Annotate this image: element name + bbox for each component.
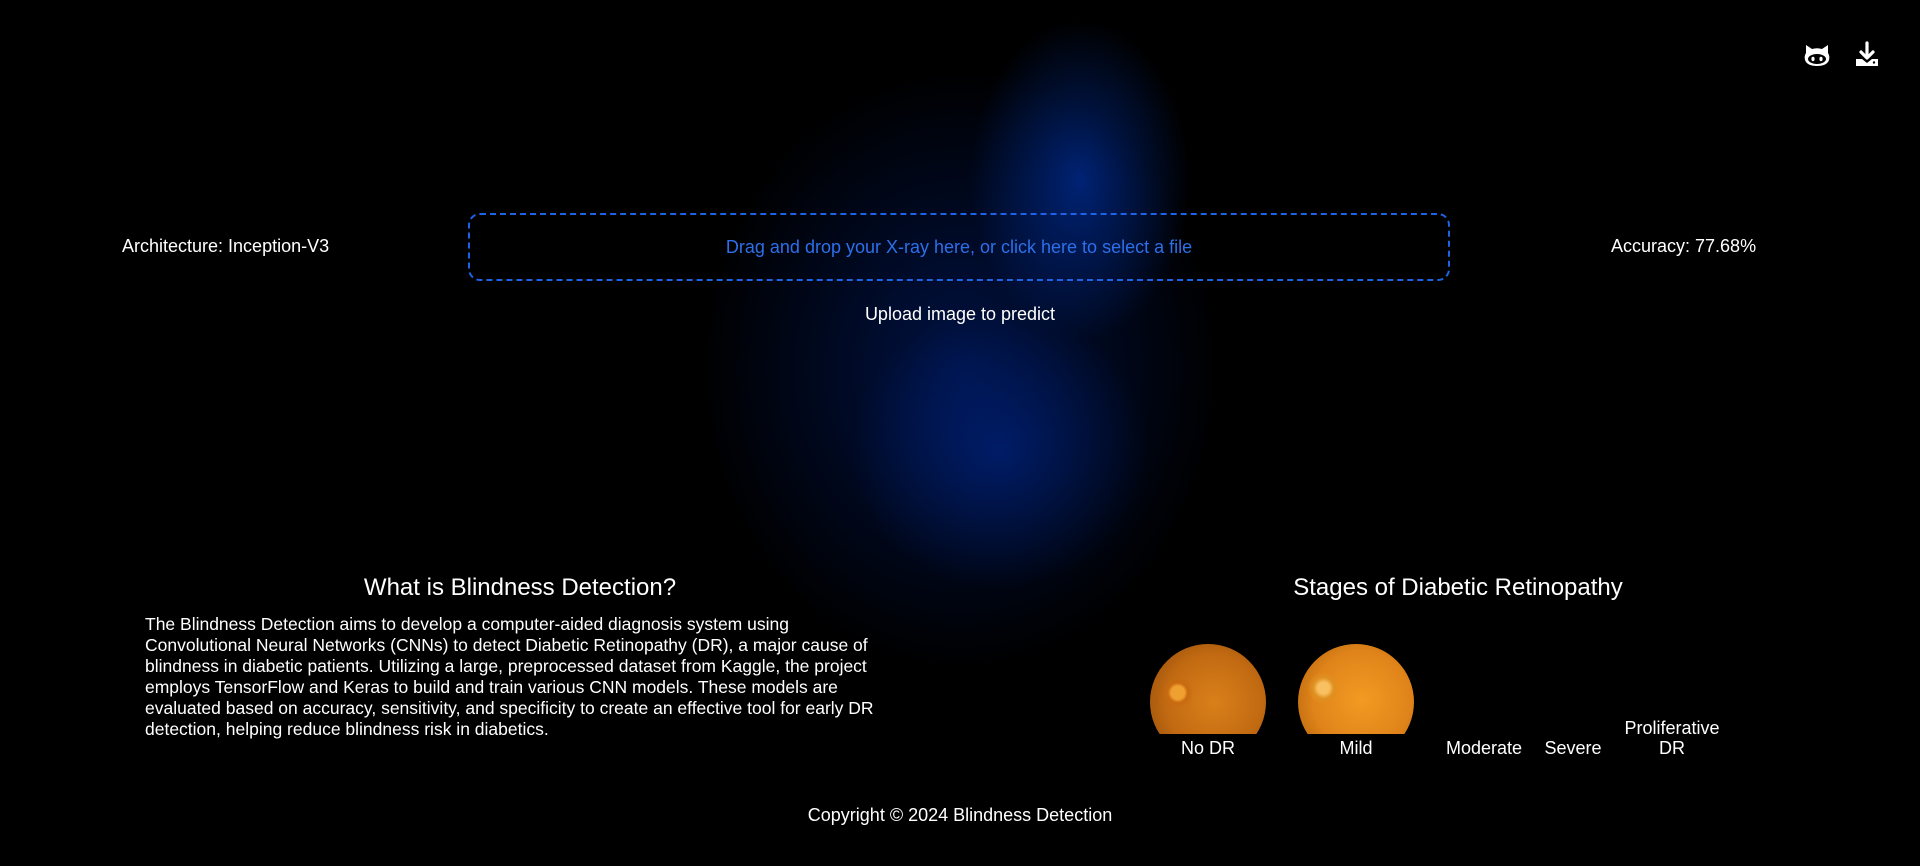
stage-mild: Mild [1298,644,1414,758]
stage-proliferative-dr: Proliferative DR [1616,714,1728,758]
stages-row: No DR Mild Moderate Severe Proliferative… [1150,620,1766,758]
stage-label: Mild [1339,738,1373,758]
github-icon[interactable] [1802,40,1832,70]
architecture-label: Architecture: Inception-V3 [122,236,330,256]
stage-label: Severe [1544,738,1602,758]
about-body: The Blindness Detection aims to develop … [145,614,874,739]
stages-title: Stages of Diabetic Retinopathy [1293,574,1623,601]
stage-label: Moderate [1445,738,1523,758]
stage-severe: Severe [1538,734,1608,758]
retina-image-mild [1298,644,1414,734]
upload-dropzone[interactable]: Drag and drop your X-ray here, or click … [468,213,1450,281]
upload-hint: Upload image to predict [864,304,1056,324]
about-title: What is Blindness Detection? [363,574,677,601]
stage-no-dr: No DR [1150,644,1266,758]
download-icon[interactable] [1852,40,1882,70]
dropzone-text: Drag and drop your X-ray here, or click … [725,236,1193,257]
accuracy-label: Accuracy: 77.68% [1611,236,1757,256]
stage-label: No DR [1180,738,1235,758]
stage-label: Proliferative DR [1624,718,1720,758]
stages-section: Stages of Diabetic Retinopathy No DR Mil… [1150,574,1766,758]
retina-image-no-dr [1150,644,1266,734]
about-section: What is Blindness Detection? The Blindne… [145,574,895,740]
footer-copyright: Copyright © 2024 Blindness Detection [807,805,1113,825]
stage-moderate: Moderate [1438,734,1530,758]
header-icons [1802,40,1882,70]
page: Architecture: Inception-V3 Drag and drop… [0,0,1920,866]
